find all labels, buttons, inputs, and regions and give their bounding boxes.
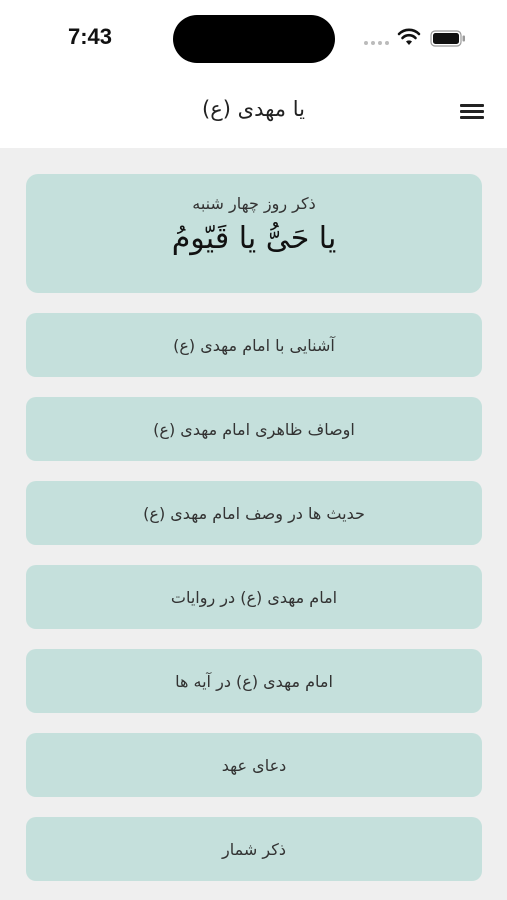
daily-zekr-label: ذکر روز چهار شنبه [192,194,316,213]
menu-item-hadiths[interactable]: حدیث ها در وصف امام مهدی (ع) [26,481,482,545]
hamburger-menu-icon[interactable] [460,101,484,121]
cellular-signal-icon [364,41,389,45]
daily-zekr-text: یا حَیُّ یا قَیّومُ [171,221,337,256]
menu-item-zekr-counter[interactable]: ذکر شمار [26,817,482,881]
daily-zekr-card: ذکر روز چهار شنبه یا حَیُّ یا قَیّومُ [26,174,482,293]
app-header: یا مهدی (ع) [0,80,507,148]
menu-item-introduction[interactable]: آشنایی با امام مهدی (ع) [26,313,482,377]
menu-item-dua-ahd[interactable]: دعای عهد [26,733,482,797]
wifi-icon [397,28,421,45]
status-time: 7:43 [68,24,113,49]
dynamic-island [173,15,335,63]
menu-item-quran-verses[interactable]: امام مهدی (ع) در آیه ها [26,649,482,713]
menu-item-physical-description[interactable]: اوصاف ظاهری امام مهدی (ع) [26,397,482,461]
menu-item-narrations[interactable]: امام مهدی (ع) در روایات [26,565,482,629]
battery-icon [430,30,465,47]
status-bar: 7:43 [0,0,507,80]
page-title: یا مهدی (ع) [202,97,305,121]
main-content: ذکر روز چهار شنبه یا حَیُّ یا قَیّومُ آش… [26,174,482,881]
